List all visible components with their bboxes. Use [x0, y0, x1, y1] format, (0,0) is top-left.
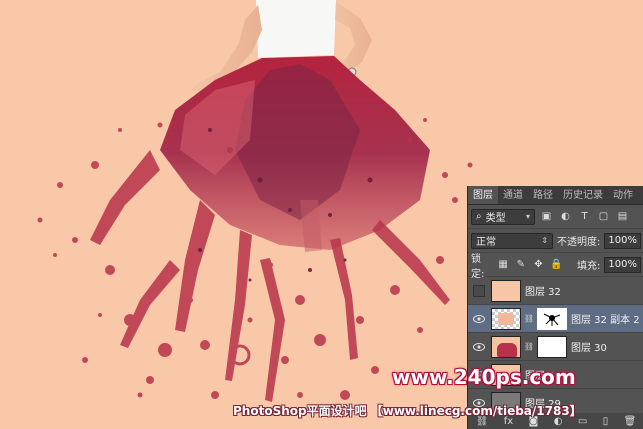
fill-input[interactable]: 100%	[604, 256, 641, 273]
tab-layers[interactable]: 图层	[468, 186, 498, 204]
layer-row[interactable]: 图层 32	[468, 277, 643, 305]
chain-link-icon[interactable]: ⛓	[524, 340, 534, 354]
lock-position-icon[interactable]: ✥	[532, 257, 546, 272]
tab-history[interactable]: 历史记录	[558, 186, 608, 204]
lock-all-icon[interactable]: 🔒	[549, 257, 563, 272]
new-layer-icon[interactable]: ▯	[603, 416, 609, 427]
chain-link-icon[interactable]: ⛓	[524, 312, 534, 326]
visibility-toggle-off[interactable]	[471, 283, 487, 299]
lock-pixels-icon[interactable]: ✎	[514, 257, 528, 272]
layers-panel: 图层 通道 路径 历史记录 动作 ⌕ 类型 ▾ ▣ ◐ T ▢ ▤ 正常 ⇕ 不…	[467, 186, 643, 429]
adjustment-filter-icon[interactable]: ◐	[558, 209, 573, 224]
tab-actions[interactable]: 动作	[608, 186, 638, 204]
layers-list: 图层 32 ⛓ 图层 32 副本 2 ⛓ 图层 30 图层 31 图层 29	[468, 277, 643, 417]
shape-filter-icon[interactable]: ▢	[596, 209, 611, 224]
layer-row[interactable]: ⛓ 图层 30	[468, 333, 643, 361]
filter-row: ⌕ 类型 ▾ ▣ ◐ T ▢ ▤	[468, 205, 643, 229]
type-filter-icon[interactable]: T	[577, 209, 592, 224]
search-icon: ⌕	[476, 211, 482, 222]
fill-label: 填充:	[577, 261, 601, 272]
blend-row: 正常 ⇕ 不透明度: 100%	[468, 229, 643, 253]
lock-transparency-icon[interactable]: ▦	[496, 257, 510, 272]
smart-object-filter-icon[interactable]: ▤	[615, 209, 630, 224]
panel-tabs: 图层 通道 路径 历史记录 动作	[468, 186, 643, 205]
tab-paths[interactable]: 路径	[528, 186, 558, 204]
trash-icon[interactable]: 🗑	[624, 416, 637, 427]
layer-thumbnail	[491, 279, 521, 302]
watermark-line: PhotoShop平面设计吧 【www.linecg.com/tieba/178…	[233, 404, 582, 418]
layer-thumbnail	[491, 307, 521, 330]
tab-channels[interactable]: 通道	[498, 186, 528, 204]
layer-row-selected[interactable]: ⛓ 图层 32 副本 2	[468, 305, 643, 333]
layer-thumbnail	[491, 335, 521, 358]
chevron-down-icon: ▾	[525, 212, 530, 221]
filter-kind-value: 类型	[485, 213, 506, 224]
watermark-site: www.240ps.com	[392, 365, 576, 389]
eye-icon[interactable]	[471, 339, 487, 355]
pixel-filter-icon[interactable]: ▣	[539, 209, 554, 224]
blend-mode-value: 正常	[476, 237, 496, 248]
layer-mask-thumbnail[interactable]	[537, 335, 567, 358]
opacity-label: 不透明度:	[557, 237, 601, 248]
blend-mode-dropdown[interactable]: 正常 ⇕	[471, 232, 554, 249]
eye-icon[interactable]	[471, 311, 487, 327]
filter-kind-dropdown[interactable]: ⌕ 类型 ▾	[471, 208, 535, 225]
lock-row: 锁定: ▦ ✎ ✥ 🔒 填充: 100%	[468, 253, 643, 280]
layer-name: 图层 32	[525, 287, 561, 298]
layer-name: 图层 32 副本 2	[571, 315, 640, 326]
chevron-updown-icon: ⇕	[541, 236, 549, 245]
lock-label: 锁定:	[471, 253, 485, 280]
layer-name: 图层 30	[571, 343, 607, 354]
layer-mask-thumbnail[interactable]	[537, 307, 567, 330]
white-top	[256, 0, 336, 58]
opacity-input[interactable]: 100%	[604, 232, 641, 249]
